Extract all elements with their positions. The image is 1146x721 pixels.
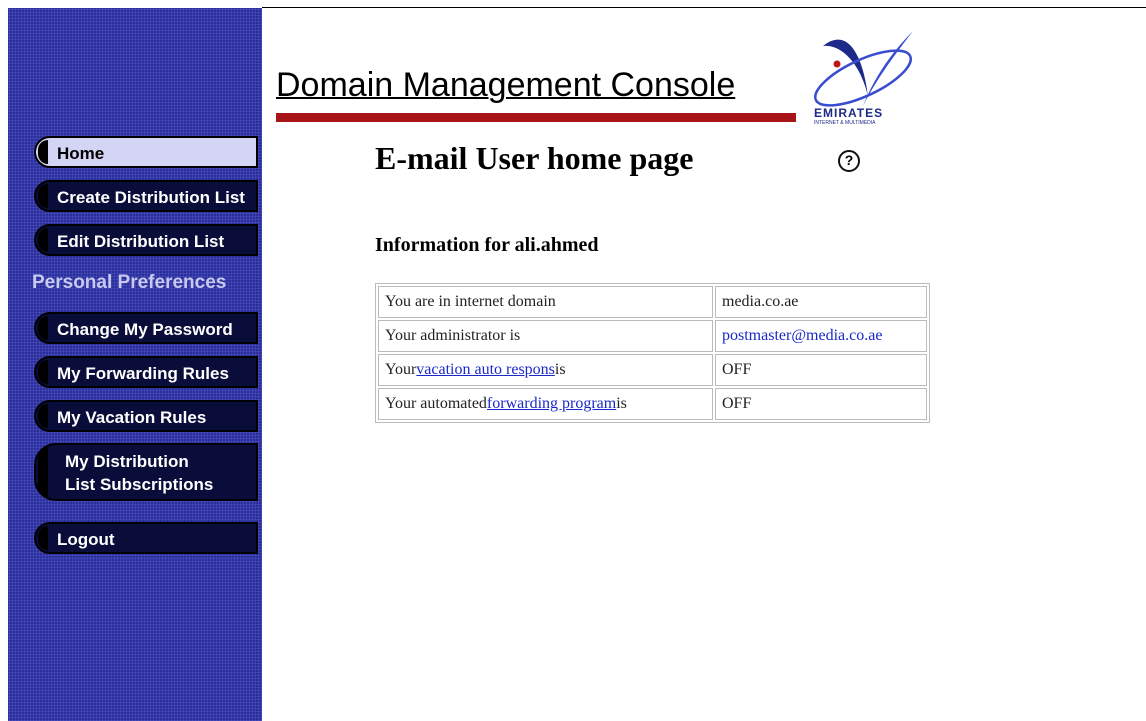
row-label: Your administrator is bbox=[378, 320, 713, 352]
nav-create-list-label: Create Distribution List bbox=[57, 188, 245, 207]
page-title: E-mail User home page bbox=[375, 140, 694, 176]
nav-edit-list-label: Edit Distribution List bbox=[57, 232, 225, 251]
forwarding-program-link[interactable]: forwarding program bbox=[487, 395, 616, 412]
row-value: OFF bbox=[715, 388, 927, 420]
row-value: postmaster@media.co.ae bbox=[715, 320, 927, 352]
logo-wordmark: EMIRATES bbox=[814, 106, 884, 120]
row-label: You are in internet domain bbox=[378, 286, 713, 318]
row-label: Your automatedforwarding programis bbox=[378, 388, 713, 420]
nav-vacation-rules-button[interactable]: My Vacation Rules bbox=[34, 400, 258, 432]
nav-home-label: Home bbox=[57, 144, 105, 163]
row-label-suffix: is bbox=[554, 361, 566, 378]
nav-forwarding-rules-label: My Forwarding Rules bbox=[57, 364, 229, 383]
table-row: You are in internet domain media.co.ae bbox=[378, 286, 927, 318]
nav-home-button[interactable]: Home bbox=[34, 136, 258, 168]
nav-distribution-list-subscriptions-button[interactable]: My Distribution List Subscriptions bbox=[34, 443, 258, 501]
row-value: OFF bbox=[715, 354, 927, 386]
nav-logout-button[interactable]: Logout bbox=[34, 522, 258, 554]
nav-vacation-rules-label: My Vacation Rules bbox=[57, 408, 207, 427]
row-label-suffix: is bbox=[616, 395, 627, 412]
nav-subscriptions-label-line1: My Distribution bbox=[65, 452, 189, 471]
user-info-table: You are in internet domain media.co.ae Y… bbox=[375, 283, 930, 423]
personal-preferences-heading: Personal Preferences bbox=[32, 272, 227, 293]
help-icon[interactable]: ? bbox=[838, 150, 860, 172]
console-title: Domain Management Console bbox=[276, 66, 736, 104]
top-border-line bbox=[262, 7, 1146, 8]
header-red-bar bbox=[276, 113, 796, 122]
vacation-auto-responder-link[interactable]: vacation auto respons bbox=[416, 361, 555, 378]
nav-change-password-button[interactable]: Change My Password bbox=[34, 312, 258, 344]
nav-logout-label: Logout bbox=[57, 530, 115, 549]
row-label-text: Your automated bbox=[385, 395, 487, 412]
administrator-email-link[interactable]: postmaster@media.co.ae bbox=[722, 327, 882, 344]
row-value: media.co.ae bbox=[715, 286, 927, 318]
nav-forwarding-rules-button[interactable]: My Forwarding Rules bbox=[34, 356, 258, 388]
row-label-text: Your bbox=[385, 361, 417, 378]
row-label-text: Your administrator is bbox=[385, 327, 521, 344]
row-label-text: You are in internet domain bbox=[385, 293, 556, 310]
nav-edit-distribution-list-button[interactable]: Edit Distribution List bbox=[34, 224, 258, 256]
table-row: Yourvacation auto responsis OFF bbox=[378, 354, 927, 386]
logo-subtext: INTERNET & MULTIMEDIA bbox=[814, 120, 876, 126]
info-heading: Information for ali.ahmed bbox=[375, 234, 599, 256]
nav-change-password-label: Change My Password bbox=[57, 320, 233, 339]
table-row: Your automatedforwarding programis OFF bbox=[378, 388, 927, 420]
nav-subscriptions-label-line2: List Subscriptions bbox=[65, 475, 214, 494]
nav-create-distribution-list-button[interactable]: Create Distribution List bbox=[34, 180, 258, 212]
table-row: Your administrator is postmaster@media.c… bbox=[378, 320, 927, 352]
row-label: Yourvacation auto responsis bbox=[378, 354, 713, 386]
